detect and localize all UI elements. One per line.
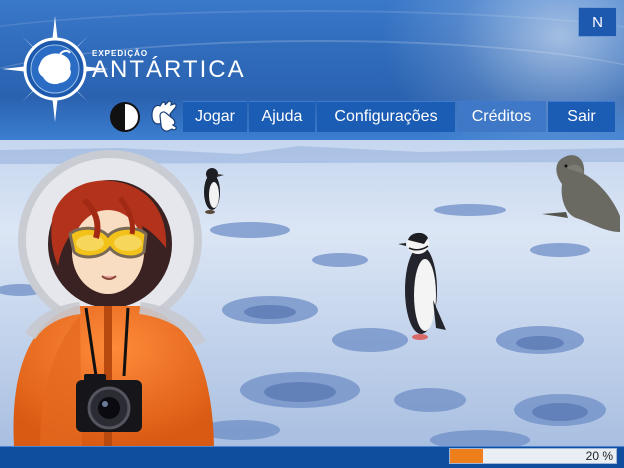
nav-sair[interactable]: Sair (548, 101, 615, 132)
antarctic-scene (0, 140, 624, 446)
progress-label: 20 % (585, 449, 613, 463)
progress-fill (450, 449, 484, 463)
header: EXPEDIÇÃO ANTÁRTICA N Jogar Ajuda Config… (0, 0, 624, 140)
contrast-icon[interactable] (109, 101, 141, 133)
brand-title: ANTÁRTICA (92, 56, 246, 83)
ice-landscape (0, 140, 624, 446)
loading-progress-bar: 20 % (449, 448, 617, 464)
nav-configuracoes[interactable]: Configurações (317, 101, 455, 132)
nav-jogar[interactable]: Jogar (183, 101, 247, 132)
n-button[interactable]: N (578, 7, 617, 37)
main-nav: Jogar Ajuda Configurações Créditos Sair (183, 101, 617, 132)
nav-ajuda[interactable]: Ajuda (249, 101, 315, 132)
sign-language-icon[interactable] (146, 99, 182, 133)
nav-creditos[interactable]: Créditos (457, 101, 546, 132)
